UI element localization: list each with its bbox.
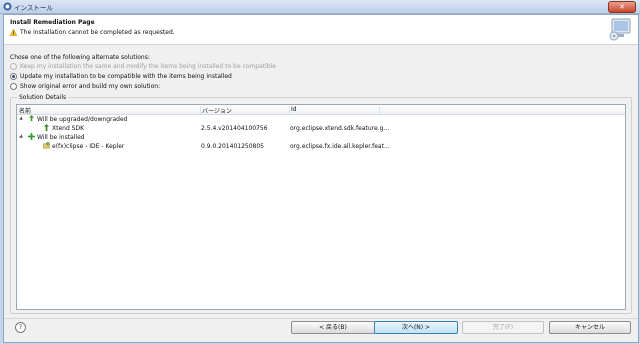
cancel-button[interactable]: キャンセル (549, 321, 631, 334)
row-id: org.eclipse.xtend.sdk.feature.g... (290, 125, 390, 132)
option-keep-installation[interactable]: Keep my installation the same and modify… (10, 63, 276, 70)
option-keep-label: Keep my installation the same and modify… (20, 63, 276, 70)
wizard-header: Install Remediation Page The installatio… (4, 15, 638, 45)
option-update-installation[interactable]: Update my installation to be compatible … (10, 73, 232, 80)
tree-row[interactable]: e(fx)clipse - IDE - Kepler 0.9.0.2014012… (17, 142, 625, 151)
status-message-text: The installation cannot be completed as … (20, 29, 175, 36)
solution-details-group: Solution Details 名前 バージョン Id Will be upg… (10, 94, 632, 314)
button-bar-separator (4, 318, 638, 319)
install-window-icon (3, 2, 12, 11)
options-prompt: Chose one of the following alternate sol… (10, 54, 150, 61)
row-version: 2.5.4.v201404100756 (201, 125, 268, 132)
row-name: e(fx)clipse - IDE - Kepler (52, 143, 125, 150)
feature-icon (43, 142, 50, 149)
column-id[interactable]: Id (289, 106, 380, 114)
wizard-dialog: Install Remediation Page The installatio… (3, 14, 639, 343)
next-button[interactable]: 次へ(N) > (374, 321, 458, 334)
solution-tree[interactable]: 名前 バージョン Id Will be upgraded/downgraded … (16, 104, 626, 310)
option-show-error[interactable]: Show original error and build my own sol… (10, 83, 160, 90)
back-button[interactable]: < 戻る(B) (291, 321, 375, 334)
install-banner-icon (609, 18, 631, 41)
row-name: Xtend SDK (52, 125, 85, 132)
install-group-icon (28, 133, 35, 140)
row-name: Will be upgraded/downgraded (37, 116, 128, 123)
radio-update[interactable] (10, 73, 17, 80)
column-version[interactable]: バージョン (200, 106, 290, 115)
warning-icon (10, 29, 17, 36)
upgrade-arrow-icon (43, 124, 50, 131)
expand-twisty-icon[interactable] (19, 116, 24, 122)
row-id: org.eclipse.fx.ide.all.kepler.feat... (290, 143, 390, 150)
option-update-label: Update my installation to be compatible … (20, 73, 232, 80)
window-title: インストール (14, 4, 53, 12)
page-title: Install Remediation Page (10, 19, 95, 26)
expand-twisty-icon[interactable] (19, 134, 24, 140)
status-message: The installation cannot be completed as … (10, 29, 175, 36)
tree-row[interactable]: Xtend SDK 2.5.4.v201404100756 org.eclips… (17, 124, 625, 133)
column-name[interactable]: 名前 (17, 106, 201, 115)
help-button[interactable]: ? (15, 322, 26, 333)
tree-header: 名前 バージョン Id (17, 105, 625, 115)
row-name: Will be installed (37, 134, 85, 141)
tree-row[interactable]: Will be upgraded/downgraded (17, 115, 625, 124)
row-version: 0.9.0.201401250805 (201, 143, 264, 150)
tree-row[interactable]: Will be installed (17, 133, 625, 142)
option-show-error-label: Show original error and build my own sol… (20, 83, 161, 90)
finish-button[interactable]: 完了(F) (462, 321, 544, 334)
solution-details-label: Solution Details (17, 94, 69, 101)
radio-keep[interactable] (10, 63, 17, 70)
upgrade-group-icon (28, 115, 35, 122)
radio-show-error[interactable] (10, 83, 17, 90)
title-bar: インストール ✕ (0, 0, 640, 14)
close-button[interactable]: ✕ (608, 1, 636, 13)
